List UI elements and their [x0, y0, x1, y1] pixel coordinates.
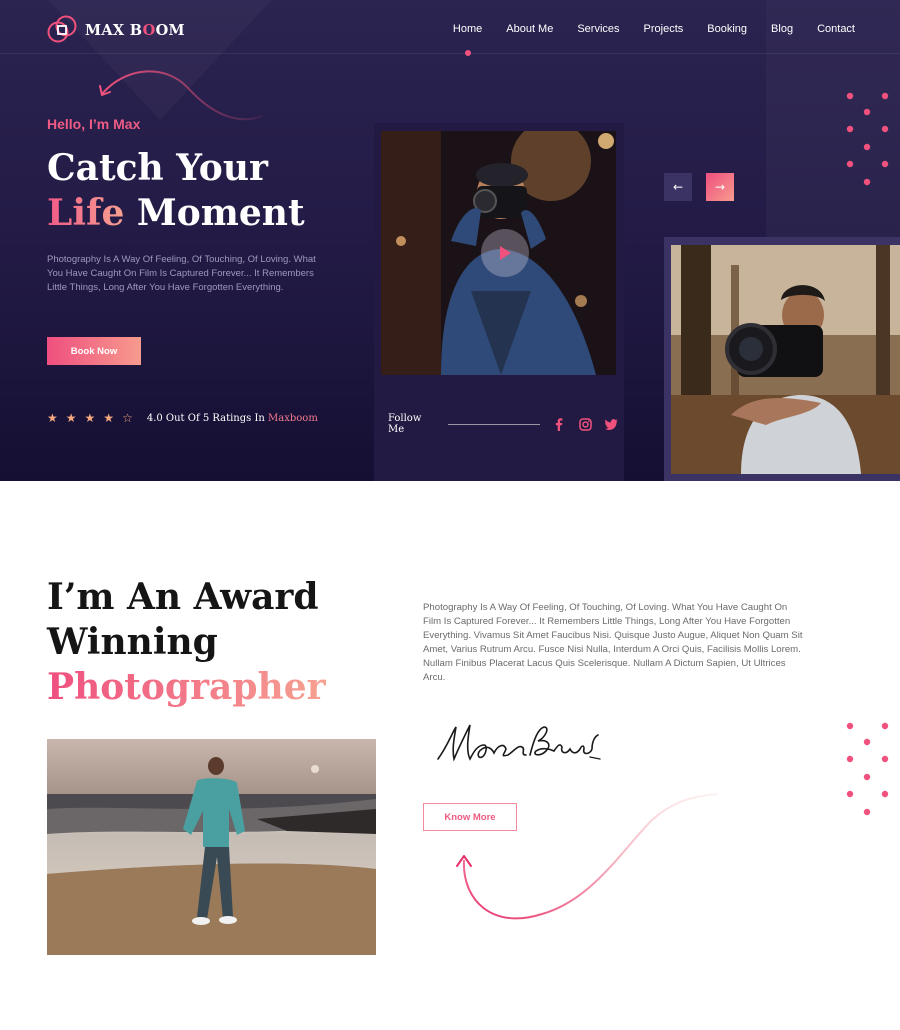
star-filled-icon: ★ — [84, 411, 96, 425]
follow-label: Follow Me — [388, 413, 422, 435]
social-links — [552, 417, 618, 431]
video-card: Follow Me — [374, 123, 624, 481]
nav-blog[interactable]: Blog — [771, 23, 793, 35]
about-heading: I’m An Award Winning Photographer — [47, 576, 326, 708]
book-now-button[interactable]: Book Now — [47, 337, 141, 365]
star-filled-icon: ★ — [103, 411, 115, 425]
logo-icon — [47, 15, 77, 43]
nav-home[interactable]: Home — [453, 23, 482, 56]
signature — [434, 715, 604, 771]
nav-contact[interactable]: Contact — [817, 23, 855, 35]
rating-text: 4.0 Out Of 5 Ratings In Maxboom — [146, 412, 318, 424]
photo-camera-throw[interactable] — [671, 245, 900, 474]
featured-photo-card — [664, 237, 900, 481]
rating-stars: ★ ★ ★ ★ ☆ — [47, 410, 133, 426]
rating-row: ★ ★ ★ ★ ☆ 4.0 Out Of 5 Ratings In Maxboo… — [47, 410, 318, 426]
video-thumbnail-photographer[interactable] — [381, 131, 616, 375]
slider-prev-button[interactable]: ← — [664, 173, 692, 201]
nav-booking[interactable]: Booking — [707, 23, 747, 35]
about-description: Photography Is A Way Of Feeling, Of Touc… — [423, 602, 803, 684]
hero-description: Photography Is A Way Of Feeling, Of Touc… — [47, 254, 316, 294]
play-icon — [500, 246, 511, 260]
twitter-icon[interactable] — [604, 417, 618, 431]
beach-walk-illustration — [47, 739, 376, 955]
hero-greeting: Hello, I’m Max — [47, 116, 141, 132]
signature-image — [437, 724, 601, 762]
facebook-icon[interactable] — [552, 417, 566, 431]
know-more-button[interactable]: Know More — [423, 803, 517, 831]
nav-projects[interactable]: Projects — [644, 23, 684, 35]
brand-logo[interactable]: MAX BOOM — [46, 14, 185, 46]
about-photo-beach — [47, 739, 376, 955]
hero-headline: Catch Your Life Moment — [47, 147, 305, 234]
brand-name: MAX BOOM — [85, 21, 185, 39]
star-empty-icon: ☆ — [122, 411, 133, 425]
follow-me-row: Follow Me — [388, 413, 618, 435]
star-filled-icon: ★ — [47, 411, 58, 425]
hero-section: MAX BOOM Home About Me Services Projects… — [0, 0, 900, 481]
nav-services[interactable]: Services — [577, 23, 619, 35]
decorative-dots — [846, 92, 889, 186]
star-filled-icon: ★ — [65, 411, 77, 425]
decorative-dots — [846, 722, 889, 816]
play-button[interactable] — [481, 229, 529, 277]
nav-about-me[interactable]: About Me — [506, 23, 553, 35]
main-nav: Home About Me Services Projects Booking … — [453, 23, 855, 56]
follow-divider — [448, 423, 540, 425]
camera-throw-illustration — [671, 245, 900, 474]
slider-next-button[interactable]: → — [706, 173, 734, 201]
instagram-icon[interactable] — [578, 417, 592, 431]
header-divider — [0, 53, 900, 54]
